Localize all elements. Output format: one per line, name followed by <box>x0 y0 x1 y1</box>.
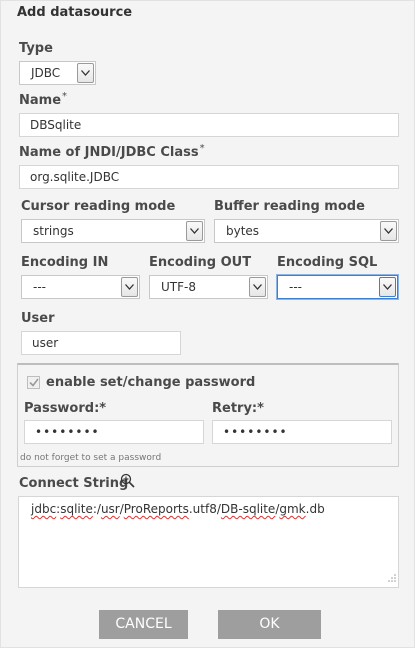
chevron-down-icon[interactable] <box>379 277 396 297</box>
encoding-out-label: Encoding OUT <box>149 255 252 270</box>
buffer-mode-value: bytes <box>226 224 260 238</box>
cursor-mode-select[interactable]: strings <box>21 219 205 243</box>
password-hint: do not forget to set a password <box>20 453 162 463</box>
buffer-mode-label: Buffer reading mode <box>214 199 365 214</box>
connect-string-label: Connect String <box>19 476 129 491</box>
zoom-in-icon[interactable] <box>120 473 135 492</box>
jndi-class-input[interactable]: org.sqlite.JDBC <box>19 165 399 189</box>
password-label: Password:* <box>24 401 107 416</box>
chevron-down-icon[interactable] <box>77 63 94 83</box>
password-input[interactable]: •••••••• <box>24 420 204 444</box>
encoding-sql-value: --- <box>289 280 302 294</box>
enable-password-checkbox[interactable] <box>27 376 40 389</box>
type-select-value: JDBC <box>31 66 61 80</box>
check-icon <box>28 378 39 387</box>
password-section: enable set/change password Password:* ••… <box>17 363 399 467</box>
type-select[interactable]: JDBC <box>19 61 96 85</box>
encoding-in-label: Encoding IN <box>21 255 109 270</box>
chevron-down-icon[interactable] <box>186 221 203 241</box>
encoding-in-select[interactable]: --- <box>21 275 140 299</box>
chevron-down-icon[interactable] <box>121 277 138 297</box>
chevron-down-icon[interactable] <box>380 221 397 241</box>
resize-grip-icon[interactable] <box>388 571 396 585</box>
jndi-class-label: Name of JNDI/JDBC Class* <box>19 143 205 160</box>
encoding-out-select[interactable]: UTF-8 <box>149 275 268 299</box>
retry-password-input[interactable]: •••••••• <box>212 420 392 444</box>
connect-string-textarea[interactable]: jdbc:sqlite:/usr/ProReports.utf8/DB-sqli… <box>18 496 399 588</box>
retry-label: Retry:* <box>212 401 264 416</box>
chevron-down-icon[interactable] <box>249 277 266 297</box>
ok-button[interactable]: OK <box>218 610 321 639</box>
add-datasource-dialog: Add datasource Type JDBC Name* DBSqlite … <box>0 0 415 648</box>
cursor-mode-label: Cursor reading mode <box>21 199 176 214</box>
enable-password-label: enable set/change password <box>46 375 256 390</box>
cursor-mode-value: strings <box>33 224 74 238</box>
encoding-out-value: UTF-8 <box>161 280 196 294</box>
encoding-sql-select[interactable]: --- <box>277 275 398 299</box>
type-label: Type <box>19 41 53 56</box>
buffer-mode-select[interactable]: bytes <box>214 219 399 243</box>
encoding-sql-label: Encoding SQL <box>277 255 378 270</box>
name-label: Name* <box>19 91 68 108</box>
dialog-title: Add datasource <box>17 5 133 20</box>
cancel-button[interactable]: CANCEL <box>99 610 188 639</box>
user-input[interactable]: user <box>21 331 181 355</box>
connect-string-text: jdbc:sqlite:/usr/ProReports.utf8/DB-sqli… <box>31 502 325 516</box>
user-label: User <box>21 311 55 326</box>
name-input[interactable]: DBSqlite <box>19 113 399 137</box>
encoding-in-value: --- <box>33 280 46 294</box>
